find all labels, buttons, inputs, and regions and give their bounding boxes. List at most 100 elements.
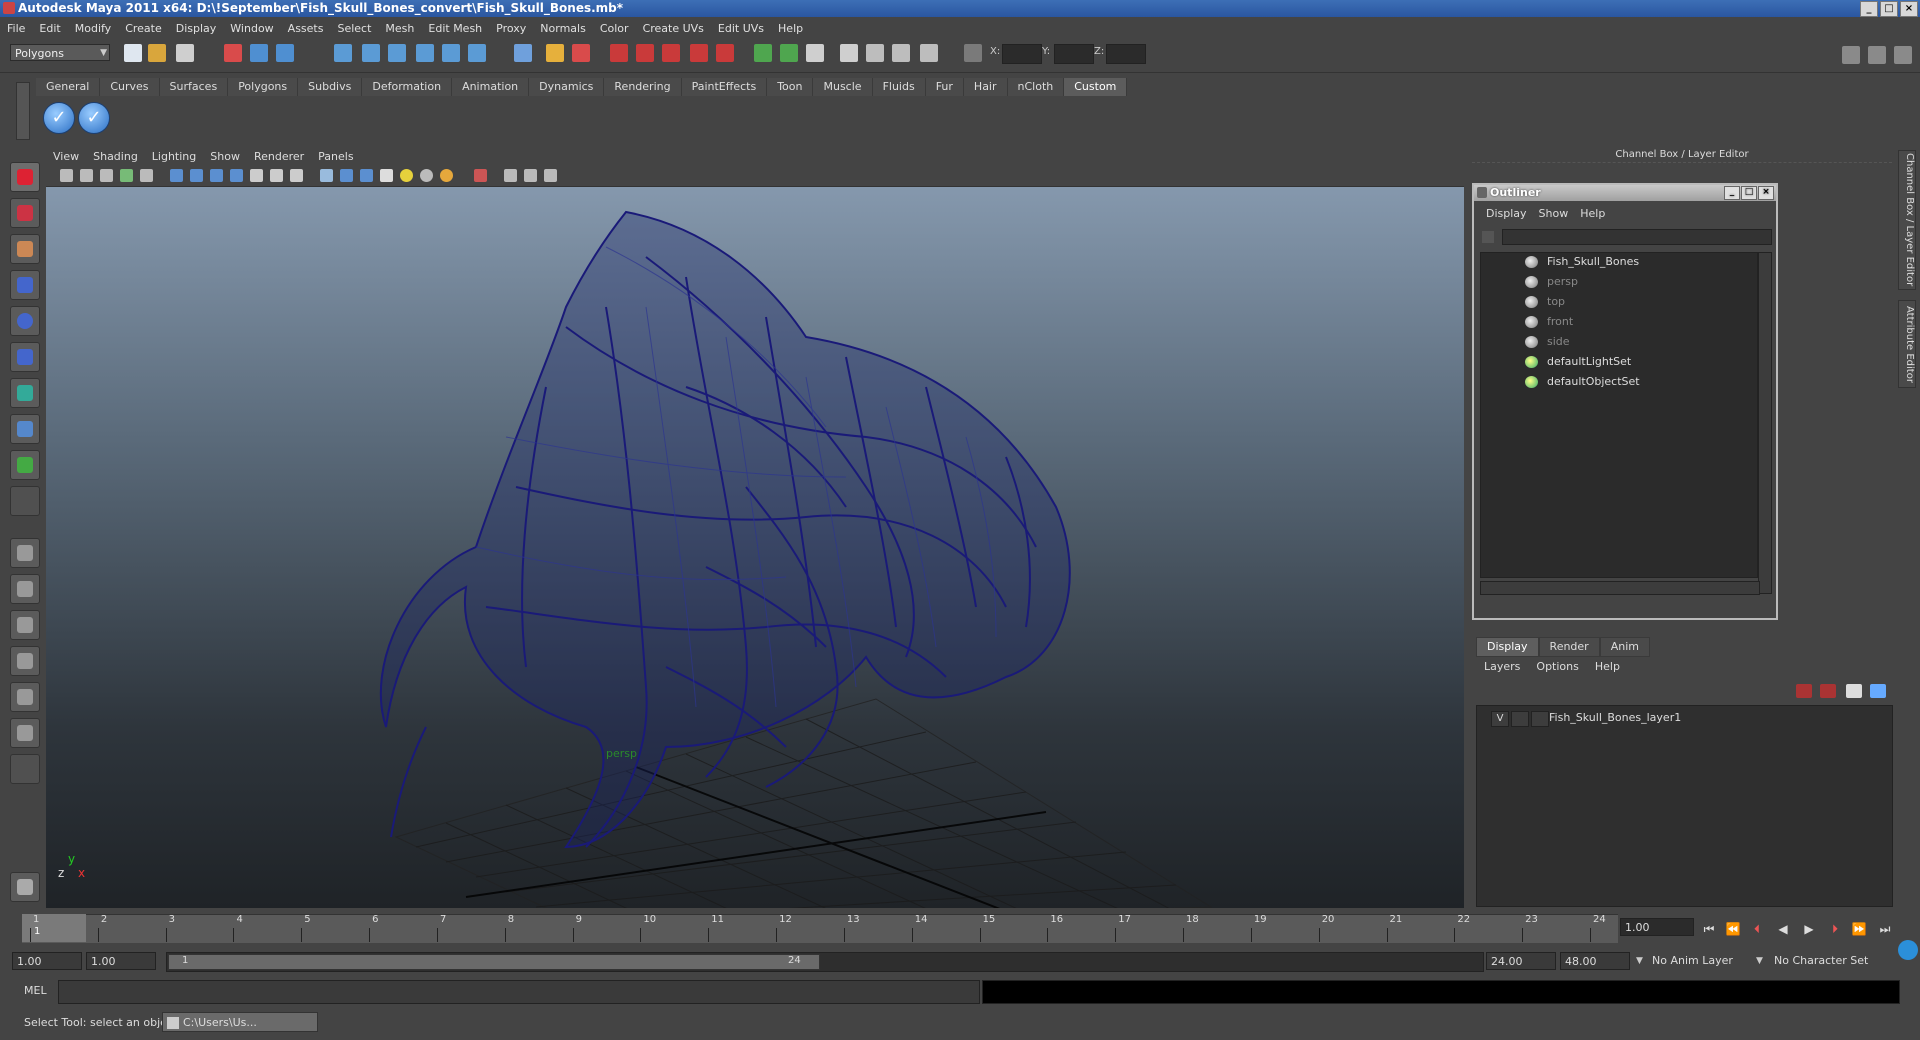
render-icon[interactable] [610, 44, 628, 62]
menu-file[interactable]: File [0, 22, 32, 35]
all-lights-icon[interactable] [420, 169, 433, 182]
persp-graph-layout[interactable] [10, 646, 40, 676]
film-gate-icon[interactable] [524, 169, 537, 182]
hypershade-layout[interactable] [10, 682, 40, 712]
camera-select-icon[interactable] [60, 169, 73, 182]
shelf-tab-custom[interactable]: Custom [1064, 78, 1128, 96]
shelf-tab-muscle[interactable]: Muscle [813, 78, 873, 96]
persp-outliner-layout[interactable] [10, 610, 40, 640]
play-backwards-icon[interactable]: ◀ [1774, 922, 1792, 936]
layer-tab-anim[interactable]: Anim [1599, 637, 1650, 657]
isolate-select-icon[interactable] [474, 169, 487, 182]
make-live-icon[interactable] [442, 44, 460, 62]
character-set-dropdown[interactable]: No Character Set [1774, 952, 1868, 970]
shadows-icon[interactable] [440, 169, 453, 182]
history-icon[interactable] [468, 44, 486, 62]
save-scene-icon[interactable] [176, 44, 194, 62]
attribute-icon[interactable] [806, 44, 824, 62]
perspective-viewport[interactable]: persp [46, 187, 1464, 908]
shelf-tab-toon[interactable]: Toon [767, 78, 814, 96]
menu-edit[interactable]: Edit [32, 22, 67, 35]
four-pane-layout[interactable] [10, 574, 40, 604]
side-tab-attribute-editor[interactable]: Attribute Editor [1898, 300, 1916, 388]
checker-icon[interactable] [380, 169, 393, 182]
shelf-tab-rendering[interactable]: Rendering [604, 78, 682, 96]
xray-icon[interactable] [250, 169, 263, 182]
lock-icon[interactable] [546, 44, 564, 62]
open-scene-icon[interactable] [148, 44, 166, 62]
viewport-menu-lighting[interactable]: Lighting [145, 150, 203, 163]
layer-row[interactable]: V Fish_Skull_Bones_layer1 [1481, 710, 1881, 728]
shelf-tab-deformation[interactable]: Deformation [362, 78, 453, 96]
command-input[interactable] [58, 980, 980, 1004]
new-layer-selected-icon[interactable] [1820, 684, 1836, 698]
menu-display[interactable]: Display [169, 22, 224, 35]
shade-wireframe-icon[interactable] [210, 169, 223, 182]
shelf-tab-curves[interactable]: Curves [100, 78, 160, 96]
select-hierarchy-icon[interactable] [224, 44, 242, 62]
layer-menu-options[interactable]: Options [1528, 660, 1586, 673]
y-field[interactable] [1054, 44, 1094, 64]
maximize-button[interactable]: □ [1880, 1, 1898, 17]
shelf-checkmark-button-1[interactable]: ✓ [43, 102, 75, 134]
snap-point-icon[interactable] [388, 44, 406, 62]
menu-color[interactable]: Color [593, 22, 636, 35]
soft-mod-tool[interactable] [10, 414, 40, 444]
show-manipulator-tool[interactable] [10, 450, 40, 480]
outliner-vertical-scrollbar[interactable] [1758, 252, 1772, 594]
layer-color-swatch[interactable] [1531, 711, 1549, 727]
layer-down-icon[interactable] [1870, 684, 1886, 698]
cube-shaded-icon[interactable] [340, 169, 353, 182]
shelf-tab-animation[interactable]: Animation [452, 78, 530, 96]
absolute-transform-icon[interactable] [964, 44, 982, 62]
step-forward-frame-icon[interactable]: ⏩ [1850, 922, 1868, 936]
layer-up-icon[interactable] [1846, 684, 1862, 698]
new-scene-icon[interactable] [124, 44, 142, 62]
select-object-icon[interactable] [250, 44, 268, 62]
shelf-checkmark-button-2[interactable]: ✓ [78, 102, 110, 134]
shelf-tab-fur[interactable]: Fur [925, 78, 964, 96]
step-back-frame-icon[interactable]: ⏪ [1724, 922, 1742, 936]
list-item[interactable]: front [1481, 313, 1757, 331]
range-slider-handle[interactable] [168, 954, 820, 970]
x-field[interactable] [1002, 44, 1042, 64]
chevron-down-icon[interactable]: ▼ [1756, 952, 1763, 970]
step-back-key-icon[interactable]: ⏴ [1748, 922, 1766, 936]
lasso-tool[interactable] [10, 198, 40, 228]
transform-icon[interactable] [920, 44, 938, 62]
select-component-icon[interactable] [276, 44, 294, 62]
play-forwards-icon[interactable]: ▶ [1800, 922, 1818, 936]
viewport-menu-renderer[interactable]: Renderer [247, 150, 311, 163]
minimized-window-task[interactable]: C:\Users\Us... [162, 1012, 318, 1032]
list-item[interactable]: defaultObjectSet [1481, 373, 1757, 391]
remote-support-icon[interactable] [1898, 940, 1918, 960]
hypershade-icon[interactable] [690, 44, 708, 62]
channel-icon[interactable] [780, 44, 798, 62]
resolution-gate-icon[interactable] [504, 169, 517, 182]
cube-textured-icon[interactable] [360, 169, 373, 182]
step-forward-key-icon[interactable]: ⏵ [1826, 922, 1844, 936]
ui-toggle-icon[interactable] [892, 44, 910, 62]
layer-menu-layers[interactable]: Layers [1476, 660, 1528, 673]
image-plane-icon[interactable] [120, 169, 133, 182]
minimize-button[interactable]: _ [1860, 1, 1878, 17]
go-to-end-icon[interactable]: ⏭ [1876, 922, 1894, 936]
menu-edit-mesh[interactable]: Edit Mesh [421, 22, 489, 35]
list-item[interactable]: Fish_Skull_Bones [1481, 253, 1757, 271]
grid-toggle-icon[interactable] [140, 169, 153, 182]
custom-layout[interactable] [10, 718, 40, 748]
universal-manipulator-tool[interactable] [10, 378, 40, 408]
outliner-horizontal-scrollbar[interactable] [1480, 581, 1760, 595]
ipr-render-icon[interactable] [636, 44, 654, 62]
menu-create-uvs[interactable]: Create UVs [636, 22, 711, 35]
viewport-menu-view[interactable]: View [46, 150, 86, 163]
layer-tab-render[interactable]: Render [1538, 637, 1600, 657]
shelf-tab-ncloth[interactable]: nCloth [1007, 78, 1065, 96]
go-to-start-icon[interactable]: ⏮ [1700, 922, 1718, 936]
tool-settings-icon[interactable] [866, 44, 884, 62]
last-used-tool[interactable] [10, 486, 40, 516]
cube-wire-icon[interactable] [320, 169, 333, 182]
layer-display-type-toggle[interactable] [1511, 711, 1529, 727]
toggle-sidebar-icon[interactable] [1842, 46, 1860, 64]
filter-icon[interactable] [1482, 231, 1494, 243]
